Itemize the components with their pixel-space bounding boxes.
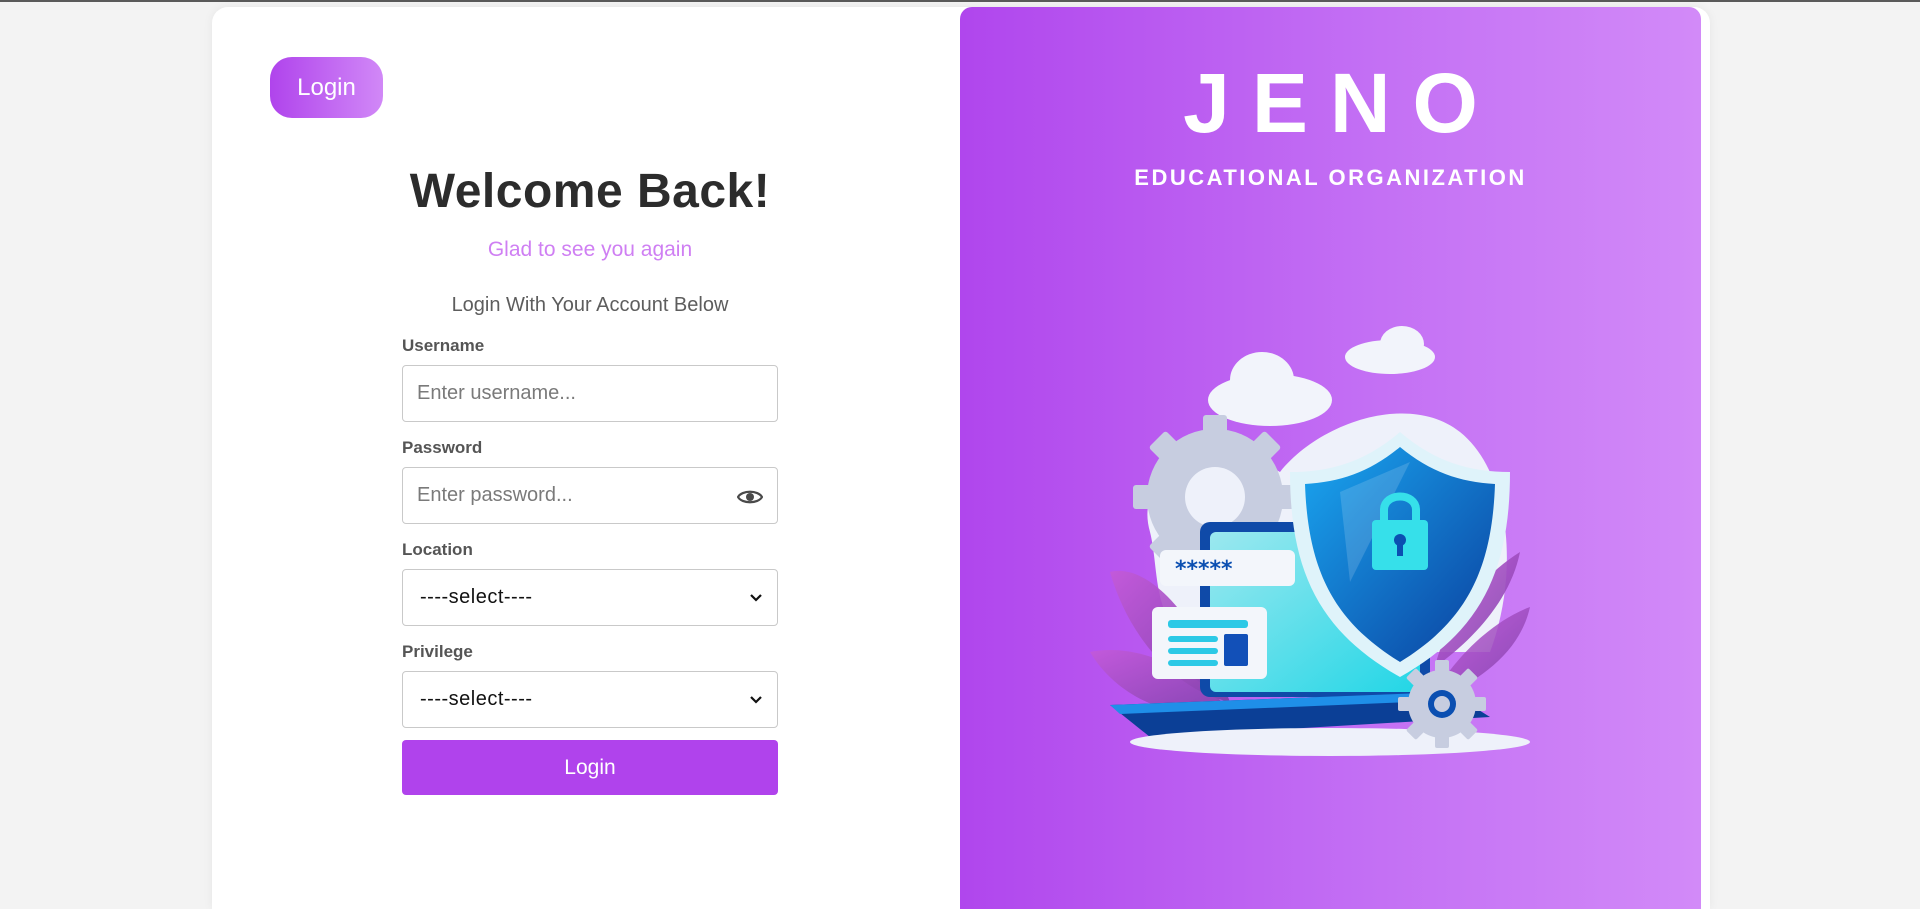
gear-icon — [1398, 660, 1486, 748]
page-subtitle: Glad to see you again — [487, 238, 693, 261]
password-input[interactable] — [403, 468, 777, 523]
page-title: Welcome Back! — [409, 165, 771, 218]
privilege-label: Privilege — [402, 642, 473, 661]
chevron-down-icon — [750, 695, 762, 704]
username-field-box — [402, 365, 778, 422]
brand-tagline: EDUCATIONAL ORGANIZATION — [1134, 165, 1527, 190]
location-label: Location — [402, 540, 473, 559]
username-input[interactable] — [403, 366, 777, 421]
cloud-icon — [1208, 326, 1435, 426]
login-submit-button[interactable]: Login — [402, 740, 778, 795]
login-instruction: Login With Your Account Below — [451, 294, 729, 316]
security-illustration: ***** — [1090, 326, 1530, 756]
location-selected-value: ----select---- — [420, 586, 533, 608]
login-form: Welcome Back! Glad to see you again Logi… — [402, 155, 778, 795]
location-select[interactable]: ----select---- — [402, 569, 778, 626]
eye-icon[interactable] — [737, 488, 763, 506]
browser-top-border — [0, 0, 1920, 2]
username-label: Username — [402, 336, 485, 355]
privilege-selected-value: ----select---- — [420, 688, 533, 710]
password-field-box — [402, 467, 778, 524]
chevron-down-icon — [750, 593, 762, 602]
privilege-select[interactable]: ----select---- — [402, 671, 778, 728]
svg-text:*****: ***** — [1175, 557, 1233, 582]
brand-panel: JENO EDUCATIONAL ORGANIZATION ***** — [960, 7, 1701, 909]
brand-name: JENO — [1183, 56, 1500, 150]
password-label: Password — [402, 438, 483, 457]
login-tab-button[interactable]: Login — [270, 57, 383, 118]
